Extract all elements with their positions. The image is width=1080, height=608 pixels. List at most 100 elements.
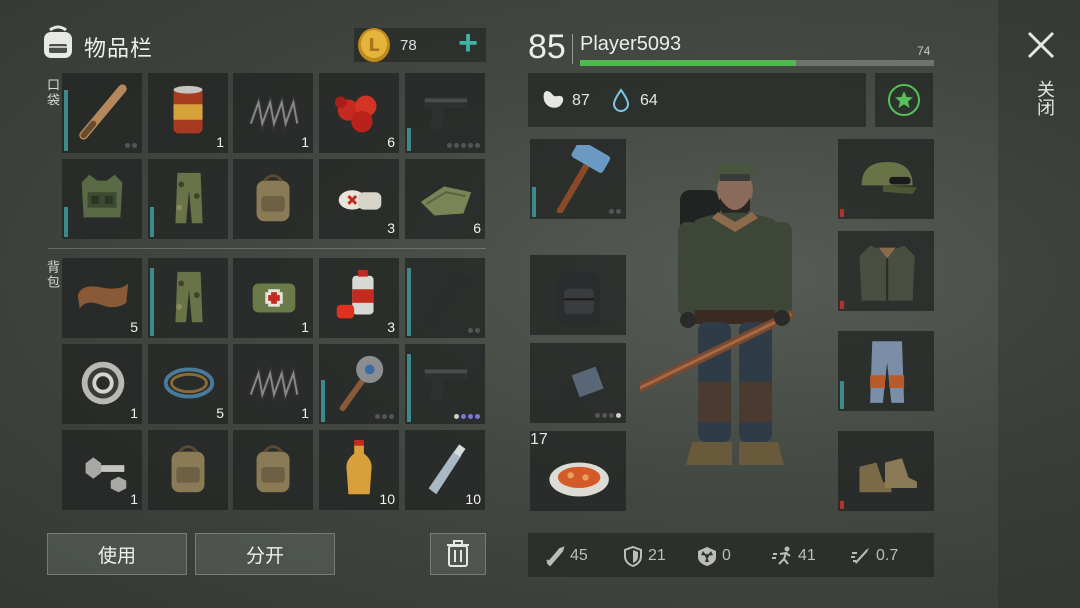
- water-drop-icon: [612, 88, 630, 112]
- attack-value: 45: [570, 547, 588, 564]
- baseball-bat-icon: [79, 84, 127, 140]
- armor-vest-icon: [81, 174, 123, 218]
- slot-leather[interactable]: 5: [62, 258, 142, 338]
- slot-boots[interactable]: [838, 431, 934, 511]
- item-count: 1: [301, 405, 309, 421]
- player-level: 85: [528, 28, 566, 66]
- slot-saw-mace[interactable]: [319, 344, 399, 424]
- slot-pistol[interactable]: [405, 344, 485, 424]
- svg-text:L: L: [368, 35, 379, 56]
- upgrade-dots: [125, 143, 137, 148]
- canned-food-icon: [173, 85, 203, 134]
- slot-camo-pants[interactable]: [148, 258, 228, 338]
- use-button[interactable]: 使用: [47, 533, 187, 575]
- split-button[interactable]: 分开: [195, 533, 335, 575]
- slot-tactical-backpack[interactable]: [530, 255, 626, 335]
- slot-bearing[interactable]: 1: [62, 344, 142, 424]
- vitals-bar: 87 64: [528, 73, 866, 127]
- item-count: 5: [130, 319, 138, 335]
- attack-speed-value: 0.7: [876, 547, 899, 564]
- crowbar-icon: [427, 274, 472, 324]
- durability-bar: [64, 207, 68, 237]
- slot-juice-bottle[interactable]: 10: [319, 430, 399, 510]
- upgrade-dots: [447, 143, 480, 148]
- pocket-section-label: 口袋: [44, 78, 59, 108]
- speed-value: 41: [798, 547, 816, 564]
- slot-cloth[interactable]: 6: [405, 159, 485, 239]
- bandage-icon: [338, 190, 382, 210]
- close-label[interactable]: 关闭: [1031, 80, 1057, 116]
- slot-bandage[interactable]: 3: [319, 159, 399, 239]
- camo-pants-icon: [175, 172, 203, 224]
- coin-icon: L: [358, 28, 390, 62]
- slot-cap[interactable]: [838, 139, 934, 219]
- slot-pistol[interactable]: [405, 73, 485, 153]
- slot-wire[interactable]: 5: [148, 344, 228, 424]
- slot-jacket[interactable]: [838, 231, 934, 311]
- slot-spring[interactable]: 1: [233, 73, 313, 153]
- backpack-icon: [256, 445, 290, 493]
- slot-berries[interactable]: 6: [319, 73, 399, 153]
- add-coins-button[interactable]: +: [458, 26, 478, 60]
- spring-icon: [248, 364, 300, 404]
- durability-bar: [407, 128, 411, 151]
- item-count: 3: [387, 220, 395, 236]
- item-count: 3: [387, 319, 395, 335]
- favorite-button[interactable]: [875, 73, 933, 127]
- trash-button[interactable]: [430, 533, 486, 575]
- slot-backpack[interactable]: [233, 159, 313, 239]
- durability-bar: [150, 207, 154, 237]
- slot-backpack[interactable]: [148, 430, 228, 510]
- running-icon: [772, 546, 791, 565]
- thirst-value: 64: [640, 92, 658, 109]
- pants-icon: [870, 341, 905, 403]
- slot-backpack[interactable]: [233, 430, 313, 510]
- durability-bar: [407, 354, 411, 422]
- slot-spray-paint[interactable]: 3: [319, 258, 399, 338]
- slot-first-aid-kit[interactable]: 1: [233, 258, 313, 338]
- slot-bolt-nut[interactable]: 1: [62, 430, 142, 510]
- backpack-icon: [256, 174, 290, 222]
- slot-sledgehammer[interactable]: [530, 139, 626, 219]
- bolt-nut-icon: [85, 457, 127, 493]
- radiation-stat: 0: [696, 545, 731, 567]
- slot-baseball-bat[interactable]: [62, 73, 142, 153]
- item-count: 1: [301, 134, 309, 150]
- close-icon[interactable]: [1026, 30, 1056, 60]
- pistol-icon: [424, 369, 468, 401]
- durability-bar: [321, 380, 325, 422]
- bearing-icon: [81, 361, 125, 405]
- first-aid-kit-icon: [252, 283, 296, 313]
- slot-armor-vest[interactable]: [62, 159, 142, 239]
- slot-rifle[interactable]: [530, 343, 626, 423]
- shield-icon: [624, 545, 642, 567]
- section-divider: [48, 248, 486, 249]
- item-count: 6: [387, 134, 395, 150]
- backpack-section-label: 背包: [44, 260, 59, 290]
- item-count: 1: [130, 491, 138, 507]
- slot-crowbar[interactable]: [405, 258, 485, 338]
- slot-spring[interactable]: 1: [233, 344, 313, 424]
- slot-water-bottle[interactable]: 10: [405, 430, 485, 510]
- food-plate-icon: [549, 462, 609, 497]
- boots-icon: [859, 458, 917, 493]
- hp-bar-fill: [580, 60, 796, 66]
- slot-food-plate[interactable]: 17: [530, 431, 626, 511]
- slot-pants[interactable]: [838, 331, 934, 411]
- item-count: 10: [379, 491, 395, 507]
- slot-canned-food[interactable]: 1: [148, 73, 228, 153]
- character-model: [640, 164, 795, 465]
- slot-camo-pants[interactable]: [148, 159, 228, 239]
- hunger-value: 87: [572, 92, 590, 109]
- pistol-icon: [424, 98, 468, 130]
- sledgehammer-icon: [556, 145, 611, 213]
- combat-stats: 45 21 0 41 0.7: [528, 533, 934, 577]
- item-count: 6: [473, 220, 481, 236]
- durability-bar: [150, 268, 154, 336]
- stomach-icon: [543, 91, 564, 108]
- radiation-icon: [698, 547, 716, 566]
- berries-icon: [334, 95, 377, 133]
- coin-amount: 78: [400, 37, 417, 54]
- trash-icon: [447, 540, 469, 567]
- coin-counter: L 78 +: [354, 26, 486, 62]
